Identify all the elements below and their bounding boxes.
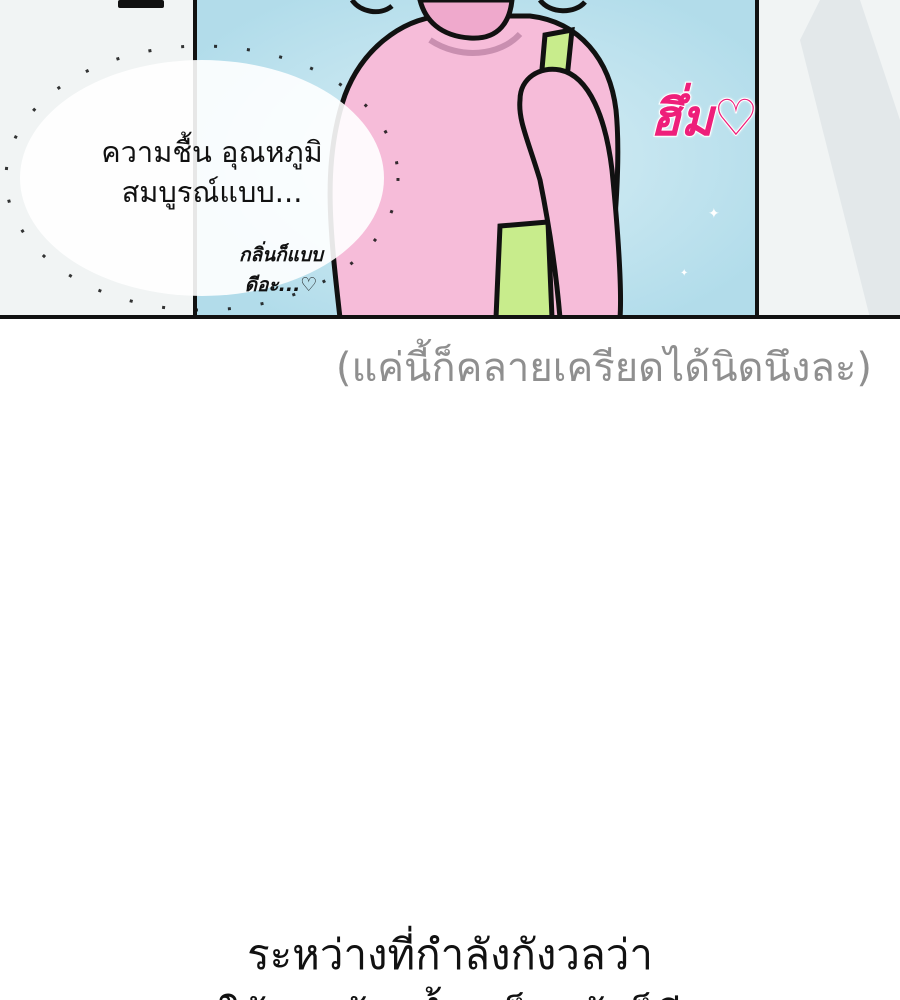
comic-panel: ✦ ✦ ความชื้น อุณหภูมิ สมบูรณ์แบบ... กลิ่…	[0, 0, 900, 318]
sound-effect: ฮึ่ม♡	[649, 88, 759, 148]
sparkle-icon: ✦	[680, 268, 688, 279]
smell-remark: กลิ่นก็แบบ ดีอะ...♡	[196, 240, 366, 300]
thought-bubble-text: ความชื้น อุณหภูมิ สมบูรณ์แบบ...	[52, 132, 372, 212]
sparkle-icon: ✦	[708, 206, 720, 222]
panel-border	[0, 315, 900, 319]
thought-line: ความชื้น อุณหภูมิ	[101, 135, 323, 169]
narration-text: ระหว่างที่กำลังกังวลว่า ใช้งานห้องน้ำเสร…	[0, 924, 900, 1000]
bag-strap-lower	[493, 219, 555, 318]
narration-line: ระหว่างที่กำลังกังวลว่า	[247, 930, 653, 979]
smell-line: ดีอะ...♡	[244, 274, 318, 296]
dark-block	[118, 0, 164, 8]
narration-line: ใช้งานห้องน้ำเสร็จแล้วก็ดี	[0, 986, 900, 1000]
thought-line: สมบูรณ์แบบ...	[121, 175, 303, 209]
comic-page: ✦ ✦ ความชื้น อุณหภูมิ สมบูรณ์แบบ... กลิ่…	[0, 0, 900, 1000]
smell-line: กลิ่นก็แบบ	[238, 244, 323, 266]
aside-caption: (แค่นี้ก็คลายเครียดได้นิดนึงละ)	[335, 345, 872, 391]
